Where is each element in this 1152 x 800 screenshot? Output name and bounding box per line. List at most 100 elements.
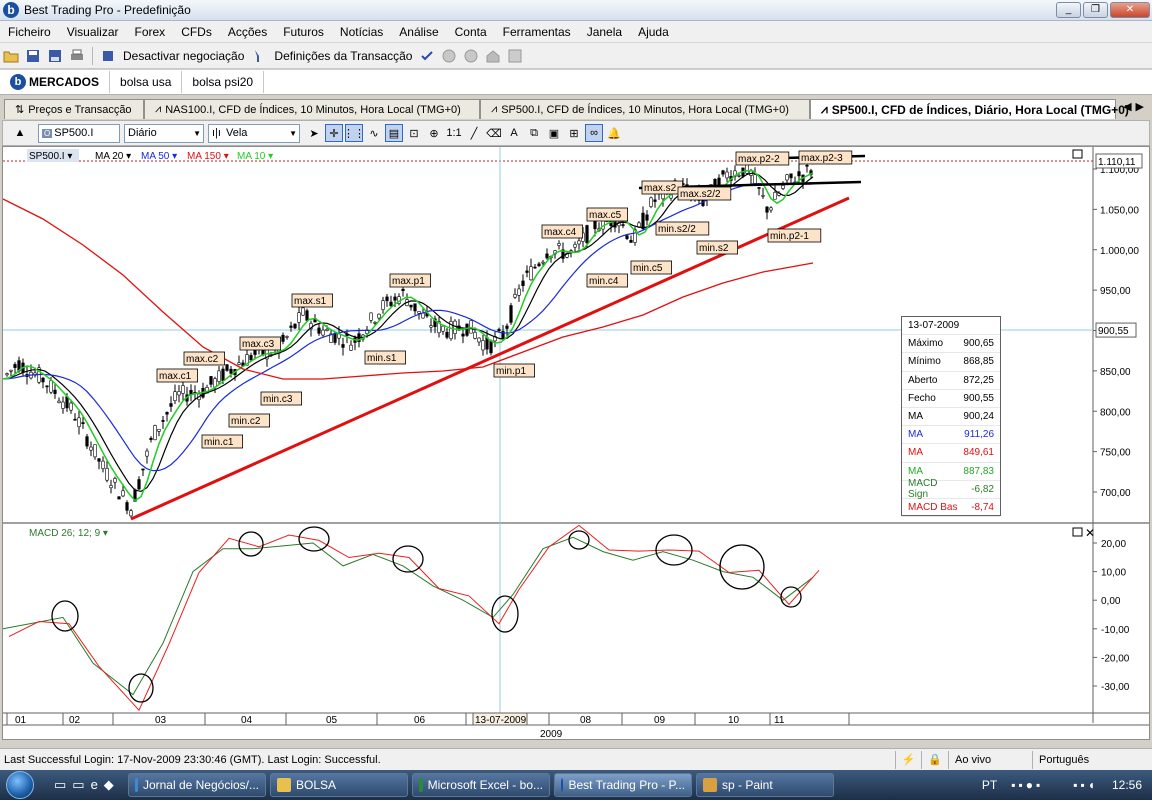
zoom-icon[interactable]: ⊕ xyxy=(425,124,443,142)
tab-sp500-diario[interactable]: ⩘ SP500.I, CFD de Índices, Diário, Hora L… xyxy=(810,99,1129,119)
tab-scroll-arrows[interactable]: ◀▶ xyxy=(1123,100,1148,113)
taskbar-item-jornal[interactable]: Jornal de Negócios/... xyxy=(128,773,266,797)
candle-body xyxy=(737,175,741,177)
data-key: Aberto xyxy=(908,374,938,386)
candle-body xyxy=(77,417,81,427)
candle-body xyxy=(725,171,729,179)
tab-label: SP500.I, CFD de Índices, 10 Minutos, Hor… xyxy=(501,103,789,116)
menu-cfds[interactable]: CFDs xyxy=(173,25,220,39)
zoom-box-icon[interactable]: ⊡ xyxy=(405,124,423,142)
tab-mercados-label: MERCADOS xyxy=(29,75,100,89)
candle-body xyxy=(497,329,501,332)
taskbar-item-best-trading[interactable]: Best Trading Pro - P... xyxy=(554,773,692,797)
data-window-icon[interactable]: ▤ xyxy=(385,124,403,142)
data-value: -8,74 xyxy=(971,501,994,513)
data-window-row: MACD Sign -6,82 xyxy=(902,478,1000,500)
quicklaunch-icons[interactable]: ▭▭e◆ xyxy=(40,777,126,793)
candle-body xyxy=(773,191,777,200)
menu-analise[interactable]: Análise xyxy=(391,25,446,39)
menu-visualizar[interactable]: Visualizar xyxy=(59,25,127,39)
toolbar-separator xyxy=(92,46,93,65)
cursor-icon[interactable]: ➤ xyxy=(305,124,323,142)
legend-item: MA 150 ▾ xyxy=(187,151,229,162)
text-tool-icon[interactable]: A xyxy=(505,124,523,142)
month-label: 06 xyxy=(414,715,426,726)
tray-icons[interactable]: ▪▪●▪ xyxy=(1011,778,1043,792)
data-value: 887,83 xyxy=(963,465,994,477)
taskbar-item-bolsa[interactable]: BOLSA xyxy=(270,773,408,797)
menu-ajuda[interactable]: Ajuda xyxy=(630,25,677,39)
tab-sp500-10min[interactable]: ⩘ SP500.I, CFD de Índices, 10 Minutos, Ho… xyxy=(480,99,810,119)
open-folder-icon[interactable] xyxy=(3,48,19,64)
status-bar: Last Successful Login: 17-Nov-2009 23:30… xyxy=(0,748,1152,770)
market-tabs: b MERCADOS bolsa usa bolsa psi20 xyxy=(0,70,1152,95)
tray-icons-2[interactable]: ▪▪◖ xyxy=(1073,778,1098,792)
menu-janela[interactable]: Janela xyxy=(579,25,630,39)
compare-icon[interactable]: ⊞ xyxy=(565,124,583,142)
period-select[interactable]: Diário ▼ xyxy=(124,123,204,143)
data-window-row: MACD Bas -8,74 xyxy=(902,499,1000,518)
menu-conta[interactable]: Conta xyxy=(447,25,495,39)
candle-body xyxy=(93,444,97,458)
tab-mercados[interactable]: b MERCADOS xyxy=(0,71,111,93)
grid-icon[interactable]: ⋮⋮ xyxy=(343,124,365,142)
save-all-icon[interactable] xyxy=(47,48,63,64)
collapse-toolbar-icon[interactable]: ▲ xyxy=(11,124,29,142)
link-icon[interactable]: ∞ xyxy=(585,124,603,142)
candle-body xyxy=(161,420,165,422)
data-value: 849,61 xyxy=(963,447,994,459)
candle-body xyxy=(9,369,13,372)
reset-zoom-icon[interactable]: 1:1 xyxy=(445,124,463,142)
taskbar-item-paint[interactable]: sp - Paint xyxy=(696,773,834,797)
symbol-field[interactable]: O SP500.I xyxy=(38,123,120,143)
print-chart-icon[interactable]: ▣ xyxy=(545,124,563,142)
close-button[interactable]: ✕ xyxy=(1110,2,1150,18)
tab-precos-transaccao[interactable]: ⇅ Preços e Transacção xyxy=(4,99,144,119)
data-key: MACD Bas xyxy=(908,501,958,513)
eraser-icon[interactable]: ⌫ xyxy=(485,124,503,142)
chart-style-select[interactable]: ı|ı Vela ▼ xyxy=(208,123,300,143)
menu-ferramentas[interactable]: Ferramentas xyxy=(495,25,579,39)
transaction-settings-button[interactable]: Definições da Transacção xyxy=(274,49,412,63)
legend-item: SP500.I ▾ xyxy=(29,151,72,162)
candle-body xyxy=(13,364,17,368)
refresh-icon[interactable] xyxy=(507,48,523,64)
line-tool-icon[interactable]: ╱ xyxy=(465,124,483,142)
annotation-label: min.c3 xyxy=(263,394,293,405)
check-icon[interactable] xyxy=(419,48,435,64)
forward-icon[interactable] xyxy=(463,48,479,64)
macd-tick-label: 10,00 xyxy=(1101,568,1126,579)
candle-body xyxy=(505,325,509,329)
alert-bell-icon[interactable]: 🔔 xyxy=(605,124,623,142)
candle-body xyxy=(113,478,117,483)
menu-forex[interactable]: Forex xyxy=(127,25,174,39)
chart-toolbar: ▲ O SP500.I Diário ▼ ı|ı Vela ▼ ➤ ✛ ⋮⋮ ∿… xyxy=(2,120,1150,146)
crosshair-icon[interactable]: ✛ xyxy=(325,124,343,142)
minimize-button[interactable]: _ xyxy=(1056,2,1081,18)
copy-chart-icon[interactable]: ⧉ xyxy=(525,124,543,142)
taskbar-item-excel[interactable]: Microsoft Excel - bo... xyxy=(412,773,550,797)
candle-body xyxy=(797,171,801,177)
save-icon[interactable] xyxy=(25,48,41,64)
clock[interactable]: 12:56 xyxy=(1112,778,1142,792)
language-indicator[interactable]: PT xyxy=(982,778,997,792)
tab-bolsa-psi20[interactable]: bolsa psi20 xyxy=(182,71,265,93)
deactivate-trading-button[interactable]: Desactivar negociação xyxy=(123,49,244,63)
start-button[interactable] xyxy=(0,770,40,800)
print-icon[interactable] xyxy=(69,48,85,64)
annotation-label: min.s2 xyxy=(699,243,729,254)
menu-ficheiro[interactable]: Ficheiro xyxy=(0,25,59,39)
candle-body xyxy=(645,214,649,221)
candle-body xyxy=(5,373,9,376)
menu-accoes[interactable]: Acções xyxy=(220,25,275,39)
maximize-button[interactable]: ❐ xyxy=(1083,2,1108,18)
menu-futuros[interactable]: Futuros xyxy=(275,25,332,39)
data-key: MA xyxy=(908,429,923,441)
indicator-icon[interactable]: ∿ xyxy=(365,124,383,142)
data-date: 13-07-2009 xyxy=(908,320,960,332)
menu-noticias[interactable]: Notícias xyxy=(332,25,391,39)
home-icon[interactable] xyxy=(485,48,501,64)
tab-bolsa-usa[interactable]: bolsa usa xyxy=(110,71,183,93)
tab-nas100-10min[interactable]: ⩘ NAS100.I, CFD de Índices, 10 Minutos, H… xyxy=(144,99,480,119)
back-icon[interactable] xyxy=(441,48,457,64)
